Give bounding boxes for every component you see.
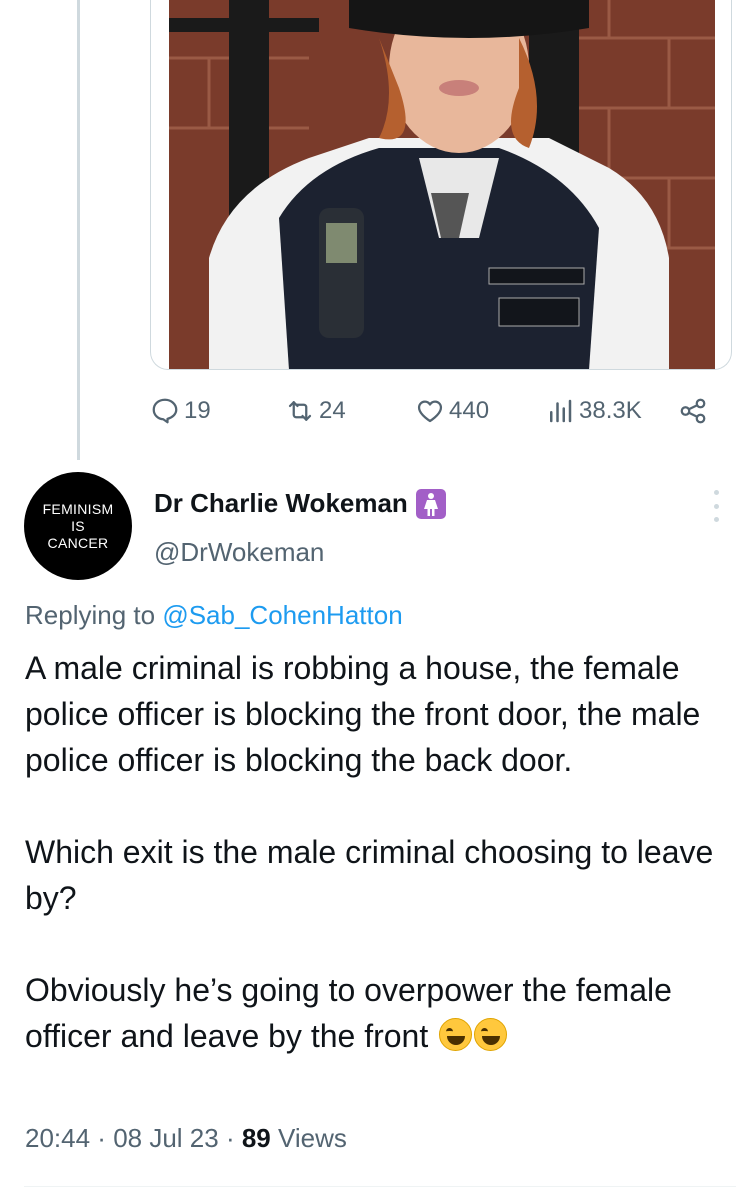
tears-of-joy-emoji-icon: [474, 1018, 508, 1051]
like-count: 440: [449, 397, 490, 424]
retweet-icon: [288, 401, 312, 421]
more-options-icon[interactable]: [712, 490, 720, 522]
tweet-metadata: 20:44 · 08 Jul 23 · 89 Views: [25, 1123, 347, 1154]
replying-to-label: Replying to: [25, 600, 163, 630]
meta-separator: ·: [90, 1123, 114, 1153]
tweet-text: A male criminal is robbing a house, the …: [25, 645, 735, 1059]
replying-to: Replying to @Sab_CohenHatton: [25, 600, 403, 631]
thread-connector-line: [77, 0, 80, 460]
author-avatar[interactable]: FEMINISM IS CANCER: [24, 472, 132, 580]
tweet-views-label: Views: [270, 1123, 347, 1153]
tweet-actions-bar: 19 24 440 38.3K: [150, 392, 720, 430]
tears-of-joy-emoji-icon: [439, 1018, 473, 1051]
author-display-name[interactable]: Dr Charlie Wokeman: [154, 488, 408, 519]
tweet-paragraph-3-text: Obviously he’s going to overpower the fe…: [25, 972, 672, 1054]
replying-to-mention[interactable]: @Sab_CohenHatton: [162, 600, 402, 630]
like-button[interactable]: 440: [415, 392, 489, 430]
views-button[interactable]: 38.3K: [545, 392, 642, 430]
heart-icon: [417, 400, 443, 423]
author-name-row: Dr Charlie Wokeman: [154, 488, 446, 519]
retweet-button[interactable]: 24: [285, 392, 346, 430]
woman-symbol-icon: [415, 488, 446, 519]
avatar-text-line-1: FEMINISM: [42, 500, 114, 517]
analytics-bars-icon: [550, 399, 572, 423]
reply-button[interactable]: 19: [150, 392, 211, 430]
tweet-views-count: 89: [241, 1123, 271, 1153]
reply-count: 19: [184, 397, 211, 424]
author-handle[interactable]: @DrWokeman: [154, 537, 324, 568]
tweet-paragraph-3: Obviously he’s going to overpower the fe…: [25, 967, 735, 1059]
tweet-time[interactable]: 20:44: [25, 1123, 90, 1153]
tweet-paragraph-1: A male criminal is robbing a house, the …: [25, 650, 701, 778]
tweet-date[interactable]: 08 Jul 23: [113, 1123, 219, 1153]
avatar-text-line-2: IS: [71, 517, 85, 534]
retweet-count: 24: [319, 397, 346, 424]
police-officer-photo[interactable]: [169, 0, 715, 369]
media-card[interactable]: [150, 0, 732, 370]
reply-icon: [152, 398, 178, 424]
photo-illustration: [169, 0, 715, 369]
share-button[interactable]: [678, 392, 712, 430]
divider: [24, 1186, 736, 1187]
share-icon: [680, 398, 706, 424]
avatar-text-line-3: CANCER: [47, 534, 109, 551]
tweet-paragraph-2: Which exit is the male criminal choosing…: [25, 834, 714, 916]
meta-separator: ·: [218, 1123, 242, 1153]
views-count: 38.3K: [579, 397, 642, 424]
